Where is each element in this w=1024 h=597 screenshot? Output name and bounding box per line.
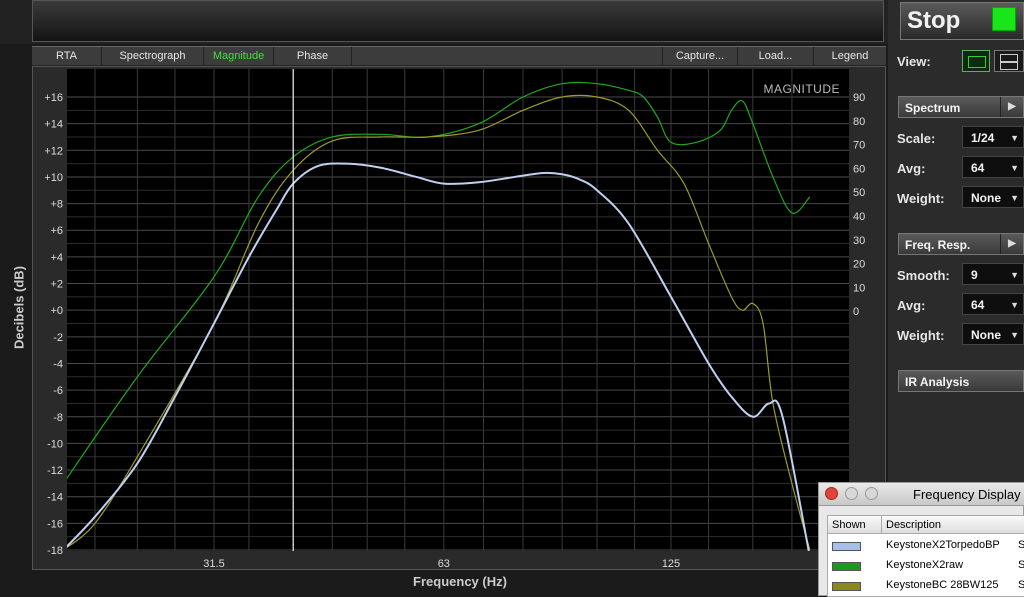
run-indicator [992,7,1016,31]
y2-tick-label: 40 [853,211,865,223]
y-tick-label: -16 [47,518,63,530]
y2-tick-label: 80 [853,116,865,128]
ir-analysis-title: IR Analysis [905,375,970,389]
freq-weight-select[interactable]: None ▼ [962,323,1024,345]
close-icon[interactable] [825,487,838,500]
y-tick-label: -8 [53,412,63,424]
split-pane-icon [1000,54,1018,62]
spectrum-avg-label: Avg: [897,161,926,176]
freq-avg-label: Avg: [897,298,926,313]
freq-avg-select[interactable]: 64 ▼ [962,293,1024,315]
chevron-down-icon: ▼ [1010,300,1019,310]
y-axis-label: Decibels (dB) [11,265,27,350]
table-row[interactable]: KeystoneX2TorpedoBP S [828,536,1024,556]
legend-table: Shown Description KeystoneX2TorpedoBP S … [827,515,1024,597]
y2-tick-label: 30 [853,235,865,247]
zoom-icon[interactable] [865,487,878,500]
split-view-button[interactable] [994,50,1024,72]
y-tick-label: +0 [50,305,63,317]
column-header-description[interactable]: Description [882,516,1024,534]
y-tick-label: -14 [47,492,63,504]
smooth-label: Smooth: [897,268,950,283]
y-tick-label: +8 [50,199,63,211]
scale-label: Scale: [897,131,936,146]
y2-tick-label: 20 [853,259,865,271]
y-tick-label: -12 [47,465,63,477]
freq-weight-label: Weight: [897,328,945,343]
y2-tick-label: 50 [853,187,865,199]
y2-tick-label: 70 [853,140,865,152]
series-swatch[interactable] [832,562,861,571]
y-tick-label: +10 [44,172,63,184]
table-row[interactable]: KeystoneBC 28BW125 S [828,576,1024,596]
y-tick-label: +4 [50,252,63,264]
single-pane-icon [968,56,986,68]
expand-arrow-icon[interactable]: ▶ [1000,234,1023,254]
magnitude-plot[interactable]: +16 +14 +12 +10 +8 +6 +4 +2 +0 -2 -4 -6 -8 -10 -12 -14 -… [0,0,888,596]
ir-analysis-section[interactable]: IR Analysis [898,370,1024,392]
chevron-down-icon: ▼ [1010,330,1019,340]
y-tick-label: +16 [44,92,63,104]
view-label: View: [897,54,931,69]
scale-select[interactable]: 1/24 ▼ [962,126,1024,148]
y-tick-label: +14 [44,119,63,131]
x-tick-label: 125 [662,558,680,570]
table-row[interactable]: KeystoneX2raw S [828,556,1024,576]
spectrum-weight-select[interactable]: None ▼ [962,186,1024,208]
series-swatch[interactable] [832,542,861,551]
spectrum-weight-label: Weight: [897,191,945,206]
expand-arrow-icon[interactable]: ▶ [1000,97,1023,117]
x-tick-label: 63 [438,558,450,570]
chevron-down-icon: ▼ [1010,163,1019,173]
window-title: Frequency Display [913,487,1021,502]
frequency-display-window: Frequency Display Shown Description Keys… [818,482,1024,597]
freq-resp-section[interactable]: Freq. Resp. ▶ [898,233,1024,255]
y-tick-label: -4 [53,358,63,370]
spectrum-avg-select[interactable]: 64 ▼ [962,156,1024,178]
x-tick-label: 31.5 [203,558,224,570]
y-tick-label: +2 [50,279,63,291]
y-tick-label: -2 [53,332,63,344]
y-tick-label: +12 [44,145,63,157]
x-axis-label: Frequency (Hz) [413,574,507,589]
single-view-button[interactable] [962,50,990,72]
y2-tick-label: 10 [853,282,865,294]
minimize-icon[interactable] [845,487,858,500]
freq-resp-title: Freq. Resp. [905,238,971,252]
chevron-down-icon: ▼ [1010,133,1019,143]
smooth-select[interactable]: 9 ▼ [962,263,1024,285]
chevron-down-icon: ▼ [1010,270,1019,280]
spectrum-section[interactable]: Spectrum ▶ [898,96,1024,118]
y-tick-label: -10 [47,438,63,450]
y2-tick-label: 0 [853,306,859,318]
chart-title: MAGNITUDE [764,82,841,96]
y-tick-label: +6 [50,225,63,237]
spectrum-title: Spectrum [905,101,961,115]
column-header-shown[interactable]: Shown [828,516,882,534]
chevron-down-icon: ▼ [1010,193,1019,203]
y2-tick-label: 60 [853,163,865,175]
stop-label: Stop [907,7,961,34]
series-swatch[interactable] [832,582,861,591]
window-titlebar[interactable]: Frequency Display [819,483,1024,506]
y-tick-label: -6 [53,385,63,397]
y-tick-label: -18 [47,545,63,557]
y2-tick-label: 90 [853,92,865,104]
